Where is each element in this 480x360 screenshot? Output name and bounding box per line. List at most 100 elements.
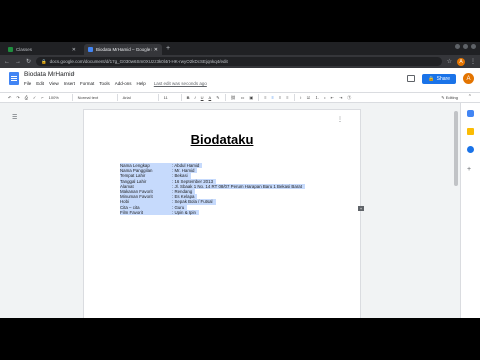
font-select[interactable]: Arial: [123, 95, 153, 100]
reload-icon[interactable]: ↻: [26, 58, 31, 65]
zoom-select[interactable]: 100%: [49, 95, 67, 100]
tasks-icon[interactable]: [467, 146, 474, 153]
url-text: docs.google.com/document/d/17g_G030w6Sm0…: [49, 59, 228, 64]
close-tab-icon[interactable]: ✕: [154, 47, 158, 53]
divider: [293, 94, 295, 101]
minimize-icon[interactable]: [455, 44, 460, 49]
divider: [116, 94, 118, 101]
align-justify-icon[interactable]: ≡: [286, 95, 288, 100]
menu-bar: File Edit View Insert Format Tools Add-o…: [24, 81, 207, 86]
divider: [258, 94, 260, 101]
calendar-icon[interactable]: [467, 110, 474, 117]
header-actions: 🔒 Share A: [407, 73, 474, 84]
image-icon[interactable]: ▣: [249, 95, 253, 100]
divider: [224, 94, 226, 101]
last-edit-link[interactable]: Last edit was seconds ago: [154, 81, 207, 86]
docs-header: Biodata MrHamid ☆ File Edit View Insert …: [0, 68, 480, 92]
docs-logo-icon[interactable]: [9, 72, 19, 85]
more-options-icon[interactable]: ⋮: [337, 116, 343, 123]
bold-button[interactable]: B: [187, 95, 190, 100]
document-outline-icon[interactable]: ☰: [12, 114, 17, 121]
star-icon[interactable]: ☆: [71, 71, 75, 77]
tab-title: Biodata MrHamid – Google Do: [96, 47, 152, 52]
menu-format[interactable]: Format: [80, 81, 94, 86]
side-panel: +: [460, 103, 480, 318]
link-icon[interactable]: ⛓: [231, 95, 236, 100]
browser-tab-classes[interactable]: Classes ✕: [4, 44, 80, 55]
menu-view[interactable]: View: [49, 81, 59, 86]
style-select[interactable]: Normal text: [78, 95, 112, 100]
maximize-icon[interactable]: [463, 44, 468, 49]
vertical-scrollbar[interactable]: [452, 103, 460, 318]
comment-history-icon[interactable]: [407, 75, 416, 82]
print-icon[interactable]: ⎙: [25, 95, 28, 100]
increase-indent-icon[interactable]: ⇥: [339, 95, 342, 100]
font-size-select[interactable]: 11: [164, 95, 176, 100]
highlight-icon[interactable]: ✎: [216, 95, 219, 100]
field-label: Film Favorit: [120, 209, 172, 215]
editing-mode-label: Editing: [445, 95, 458, 100]
screen-frame: Classes ✕ Biodata MrHamid – Google Do ✕ …: [0, 42, 480, 318]
align-right-icon[interactable]: ≡: [279, 95, 281, 100]
menu-edit[interactable]: Edit: [36, 81, 44, 86]
lock-icon: 🔒: [428, 75, 435, 82]
menu-addons[interactable]: Add-ons: [115, 81, 132, 86]
paint-format-icon[interactable]: ⌐: [41, 95, 43, 100]
field-value: : Upin & Ipin: [172, 209, 199, 215]
menu-insert[interactable]: Insert: [64, 81, 75, 86]
checklist-icon[interactable]: ☑: [307, 95, 311, 100]
undo-icon[interactable]: ↶: [8, 95, 11, 100]
menu-help[interactable]: Help: [137, 81, 146, 86]
scrollbar-thumb[interactable]: [454, 111, 458, 186]
divider: [157, 94, 159, 101]
document-heading: Biodataku: [190, 132, 254, 147]
address-bar[interactable]: 🔒 docs.google.com/document/d/17g_G030w6S…: [36, 57, 442, 66]
browser-tab-biodata[interactable]: Biodata MrHamid – Google Do ✕: [84, 44, 162, 55]
editing-mode-select[interactable]: ✎ Editing: [441, 95, 458, 100]
bookmark-star-icon[interactable]: ☆: [447, 58, 452, 65]
browser-tab-strip: Classes ✕ Biodata MrHamid – Google Do ✕ …: [0, 42, 480, 55]
classroom-favicon-icon: [8, 47, 13, 52]
spellcheck-icon[interactable]: ✓: [33, 95, 36, 100]
comment-icon[interactable]: ▭: [241, 95, 245, 100]
clear-formatting-icon[interactable]: Ⓣ: [347, 95, 351, 101]
divider: [180, 94, 182, 101]
line-spacing-icon[interactable]: ↕: [300, 95, 302, 100]
list-item: Film Favorit: Upin & Ipin: [120, 209, 305, 215]
share-button[interactable]: 🔒 Share: [422, 73, 456, 84]
document-workspace: ☰ ⋮ Biodataku Nama Lengkap: Abdul Hamid …: [0, 103, 460, 318]
formatting-toolbar: ↶ ↷ ⎙ ✓ ⌐ 100% Normal text Arial 11 B I …: [0, 92, 480, 103]
document-title[interactable]: Biodata MrHamid: [24, 71, 74, 78]
lock-icon: 🔒: [41, 58, 47, 64]
divider: [71, 94, 73, 101]
browser-toolbar: ← → ↻ 🔒 docs.google.com/document/d/17g_G…: [0, 55, 480, 68]
forward-icon[interactable]: →: [15, 59, 21, 65]
new-tab-button[interactable]: +: [166, 44, 170, 53]
browser-menu-icon[interactable]: ⋮: [470, 58, 476, 65]
add-comment-icon[interactable]: +: [358, 206, 364, 211]
decrease-indent-icon[interactable]: ⇤: [331, 95, 334, 100]
browser-profile-avatar[interactable]: A: [457, 57, 465, 66]
document-page[interactable]: ⋮ Biodataku Nama Lengkap: Abdul Hamid Na…: [83, 109, 361, 318]
close-window-icon[interactable]: [471, 44, 476, 49]
text-color-button[interactable]: A: [209, 95, 212, 100]
menu-file[interactable]: File: [24, 81, 31, 86]
italic-button[interactable]: I: [195, 95, 196, 100]
window-controls: [455, 44, 476, 49]
bulleted-list-icon[interactable]: •: [324, 95, 325, 100]
biodata-list: Nama Lengkap: Abdul Hamid Nama Panggilan…: [120, 163, 305, 215]
underline-button[interactable]: U: [201, 95, 204, 100]
get-addons-button[interactable]: +: [467, 166, 471, 173]
account-avatar[interactable]: A: [463, 73, 474, 84]
collapse-menus-icon[interactable]: ⌃: [468, 94, 472, 100]
docs-favicon-icon: [88, 47, 93, 52]
align-left-icon[interactable]: ≡: [264, 95, 266, 100]
menu-tools[interactable]: Tools: [99, 81, 110, 86]
align-center-icon[interactable]: ≡: [272, 95, 274, 100]
keep-icon[interactable]: [467, 128, 474, 135]
redo-icon[interactable]: ↷: [16, 95, 19, 100]
close-tab-icon[interactable]: ✕: [72, 47, 76, 53]
share-label: Share: [436, 75, 450, 82]
numbered-list-icon[interactable]: ⒈: [315, 95, 319, 101]
back-icon[interactable]: ←: [4, 59, 10, 65]
